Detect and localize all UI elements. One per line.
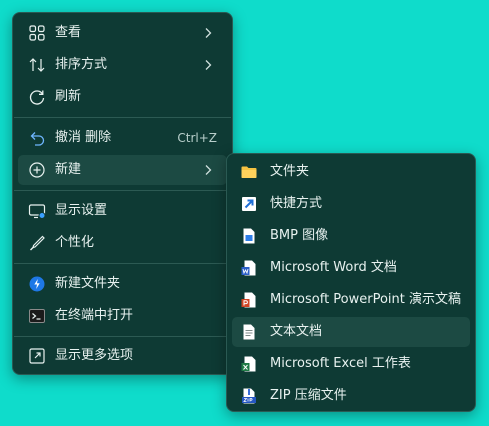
submenu-item-label: Microsoft Word 文档 <box>270 260 397 275</box>
display-settings-icon <box>28 204 46 219</box>
submenu-item-label: Microsoft Excel 工作表 <box>270 356 411 371</box>
menu-item-personalize[interactable]: 个性化 <box>18 228 227 258</box>
menu-item-show-more-options[interactable]: 显示更多选项 <box>18 341 227 371</box>
submenu-item-label: 快捷方式 <box>270 196 323 211</box>
submenu-item-zip[interactable]: ZIP 压缩文件 <box>232 381 470 411</box>
menu-item-display-settings[interactable]: 显示设置 <box>18 196 227 226</box>
menu-item-refresh[interactable]: 刷新 <box>18 82 227 112</box>
menu-item-label: 在终端中打开 <box>55 308 134 323</box>
new-folder-app-icon <box>29 276 45 292</box>
desktop-context-menu: 查看 排序方式 刷新 撤消 删除 Ctrl+Z 新建 显示设置 个性化 新建文件… <box>12 12 233 375</box>
chevron-right-icon <box>205 60 212 70</box>
shortcut-icon <box>242 197 256 211</box>
terminal-icon <box>29 309 45 323</box>
submenu-item-label: 文件夹 <box>270 164 310 179</box>
personalize-brush-icon <box>30 235 45 251</box>
zip-icon <box>242 388 256 404</box>
submenu-item-shortcut[interactable]: 快捷方式 <box>232 189 470 219</box>
text-document-icon <box>243 324 255 340</box>
submenu-item-bmp-image[interactable]: BMP 图像 <box>232 221 470 251</box>
view-grid-icon <box>29 25 45 41</box>
menu-separator <box>14 117 231 118</box>
menu-item-label: 新建 <box>55 162 82 177</box>
menu-item-view[interactable]: 查看 <box>18 18 227 48</box>
submenu-item-label: Microsoft PowerPoint 演示文稿 <box>270 292 462 307</box>
menu-item-label: 个性化 <box>55 235 95 250</box>
keyboard-shortcut: Ctrl+Z <box>177 131 217 145</box>
menu-item-undo-delete[interactable]: 撤消 删除 Ctrl+Z <box>18 123 227 153</box>
submenu-item-folder[interactable]: 文件夹 <box>232 157 470 187</box>
submenu-item-text-document[interactable]: 文本文档 <box>232 317 470 347</box>
more-options-icon <box>29 348 45 364</box>
menu-item-new-folder[interactable]: 新建文件夹 <box>18 269 227 299</box>
menu-item-sort-by[interactable]: 排序方式 <box>18 50 227 80</box>
submenu-item-label: ZIP 压缩文件 <box>270 388 347 403</box>
menu-separator <box>14 263 231 264</box>
bmp-image-icon <box>243 228 255 244</box>
submenu-item-label: BMP 图像 <box>270 228 329 243</box>
new-plus-icon <box>29 162 45 178</box>
menu-item-label: 显示设置 <box>55 203 108 218</box>
undo-icon <box>30 132 45 146</box>
submenu-item-label: 文本文档 <box>270 324 323 339</box>
menu-item-label: 刷新 <box>55 89 82 104</box>
submenu-item-excel[interactable]: Microsoft Excel 工作表 <box>232 349 470 379</box>
menu-separator <box>14 190 231 191</box>
menu-item-label: 新建文件夹 <box>55 276 121 291</box>
menu-item-label: 查看 <box>55 25 82 40</box>
folder-icon <box>241 166 257 178</box>
excel-icon <box>241 356 256 372</box>
powerpoint-icon <box>241 292 256 308</box>
menu-item-label: 撤消 删除 <box>55 130 112 145</box>
menu-item-new[interactable]: 新建 <box>18 155 227 185</box>
sort-icon <box>29 58 45 72</box>
word-document-icon <box>241 260 256 276</box>
chevron-right-icon <box>205 165 212 175</box>
menu-item-label: 排序方式 <box>55 57 108 72</box>
submenu-item-powerpoint[interactable]: Microsoft PowerPoint 演示文稿 <box>232 285 470 315</box>
new-submenu: 文件夹 快捷方式 BMP 图像 Microsoft Word 文档 Micros… <box>226 153 476 412</box>
chevron-right-icon <box>205 28 212 38</box>
refresh-icon <box>29 90 45 105</box>
submenu-item-word-document[interactable]: Microsoft Word 文档 <box>232 253 470 283</box>
menu-separator <box>14 336 231 337</box>
menu-item-label: 显示更多选项 <box>55 348 134 363</box>
menu-item-open-in-terminal[interactable]: 在终端中打开 <box>18 301 227 331</box>
